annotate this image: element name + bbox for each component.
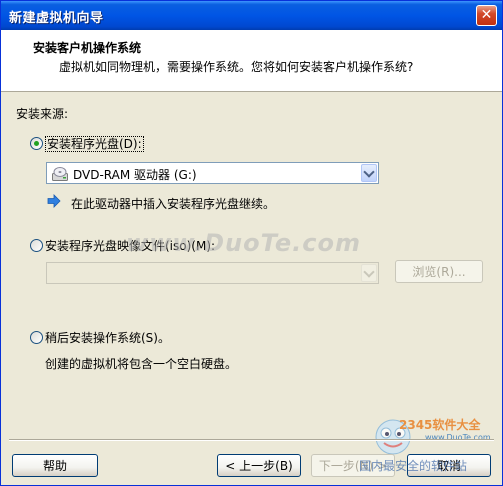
close-icon: ✕ (480, 7, 493, 23)
later-option-label[interactable]: 稍后安装操作系统(S)。 (45, 329, 170, 346)
later-option-description: 创建的虚拟机将包含一个空白硬盘。 (45, 357, 238, 371)
logo-brand: 2345软件大全 (399, 418, 481, 432)
new-vm-wizard-window: 新建虚拟机向导 ✕ 安装客户机操作系统 虚拟机如同物理机，需要操作系统。您将如何… (0, 0, 503, 486)
blue-arrow-icon (47, 194, 61, 208)
iso-option-radio[interactable] (30, 239, 43, 252)
wizard-header: 安装客户机操作系统 虚拟机如同物理机，需要操作系统。您将如何安装客户机操作系统? (1, 30, 502, 92)
drive-select-dropdown-button[interactable] (361, 164, 377, 182)
chevron-down-icon (363, 266, 375, 278)
iso-path-dropdown-button[interactable] (361, 264, 377, 282)
browse-button[interactable]: 浏览(R)... (395, 260, 483, 283)
footer-divider (9, 439, 494, 441)
dvd-drive-icon (52, 167, 68, 181)
disc-option-label[interactable]: 安装程序光盘(D): (45, 135, 144, 152)
back-button[interactable]: < 上一步(B) (217, 454, 301, 477)
watermark-text: www.DuoTe.com (126, 229, 361, 257)
page-title: 安装客户机操作系统 (33, 41, 142, 55)
drive-select[interactable]: DVD-RAM 驱动器 (G:) (46, 162, 379, 184)
later-option-radio[interactable] (30, 331, 43, 344)
chevron-down-icon (363, 166, 375, 178)
window-title: 新建虚拟机向导 (9, 11, 104, 26)
iso-path-select[interactable] (46, 262, 379, 284)
disc-option-radio[interactable] (30, 137, 43, 150)
title-bar[interactable]: 新建虚拟机向导 ✕ (1, 1, 502, 30)
close-button[interactable]: ✕ (476, 5, 497, 26)
page-subtitle: 虚拟机如同物理机，需要操作系统。您将如何安装客户机操作系统? (59, 60, 414, 74)
install-source-label: 安装来源: (16, 107, 69, 121)
help-button[interactable]: 帮助 (12, 454, 98, 477)
logo-tagline: 国内最安全的软件站 (359, 459, 468, 473)
disc-info-text: 在此驱动器中插入安装程序光盘继续。 (71, 197, 276, 211)
drive-select-value: DVD-RAM 驱动器 (G:) (73, 168, 197, 182)
